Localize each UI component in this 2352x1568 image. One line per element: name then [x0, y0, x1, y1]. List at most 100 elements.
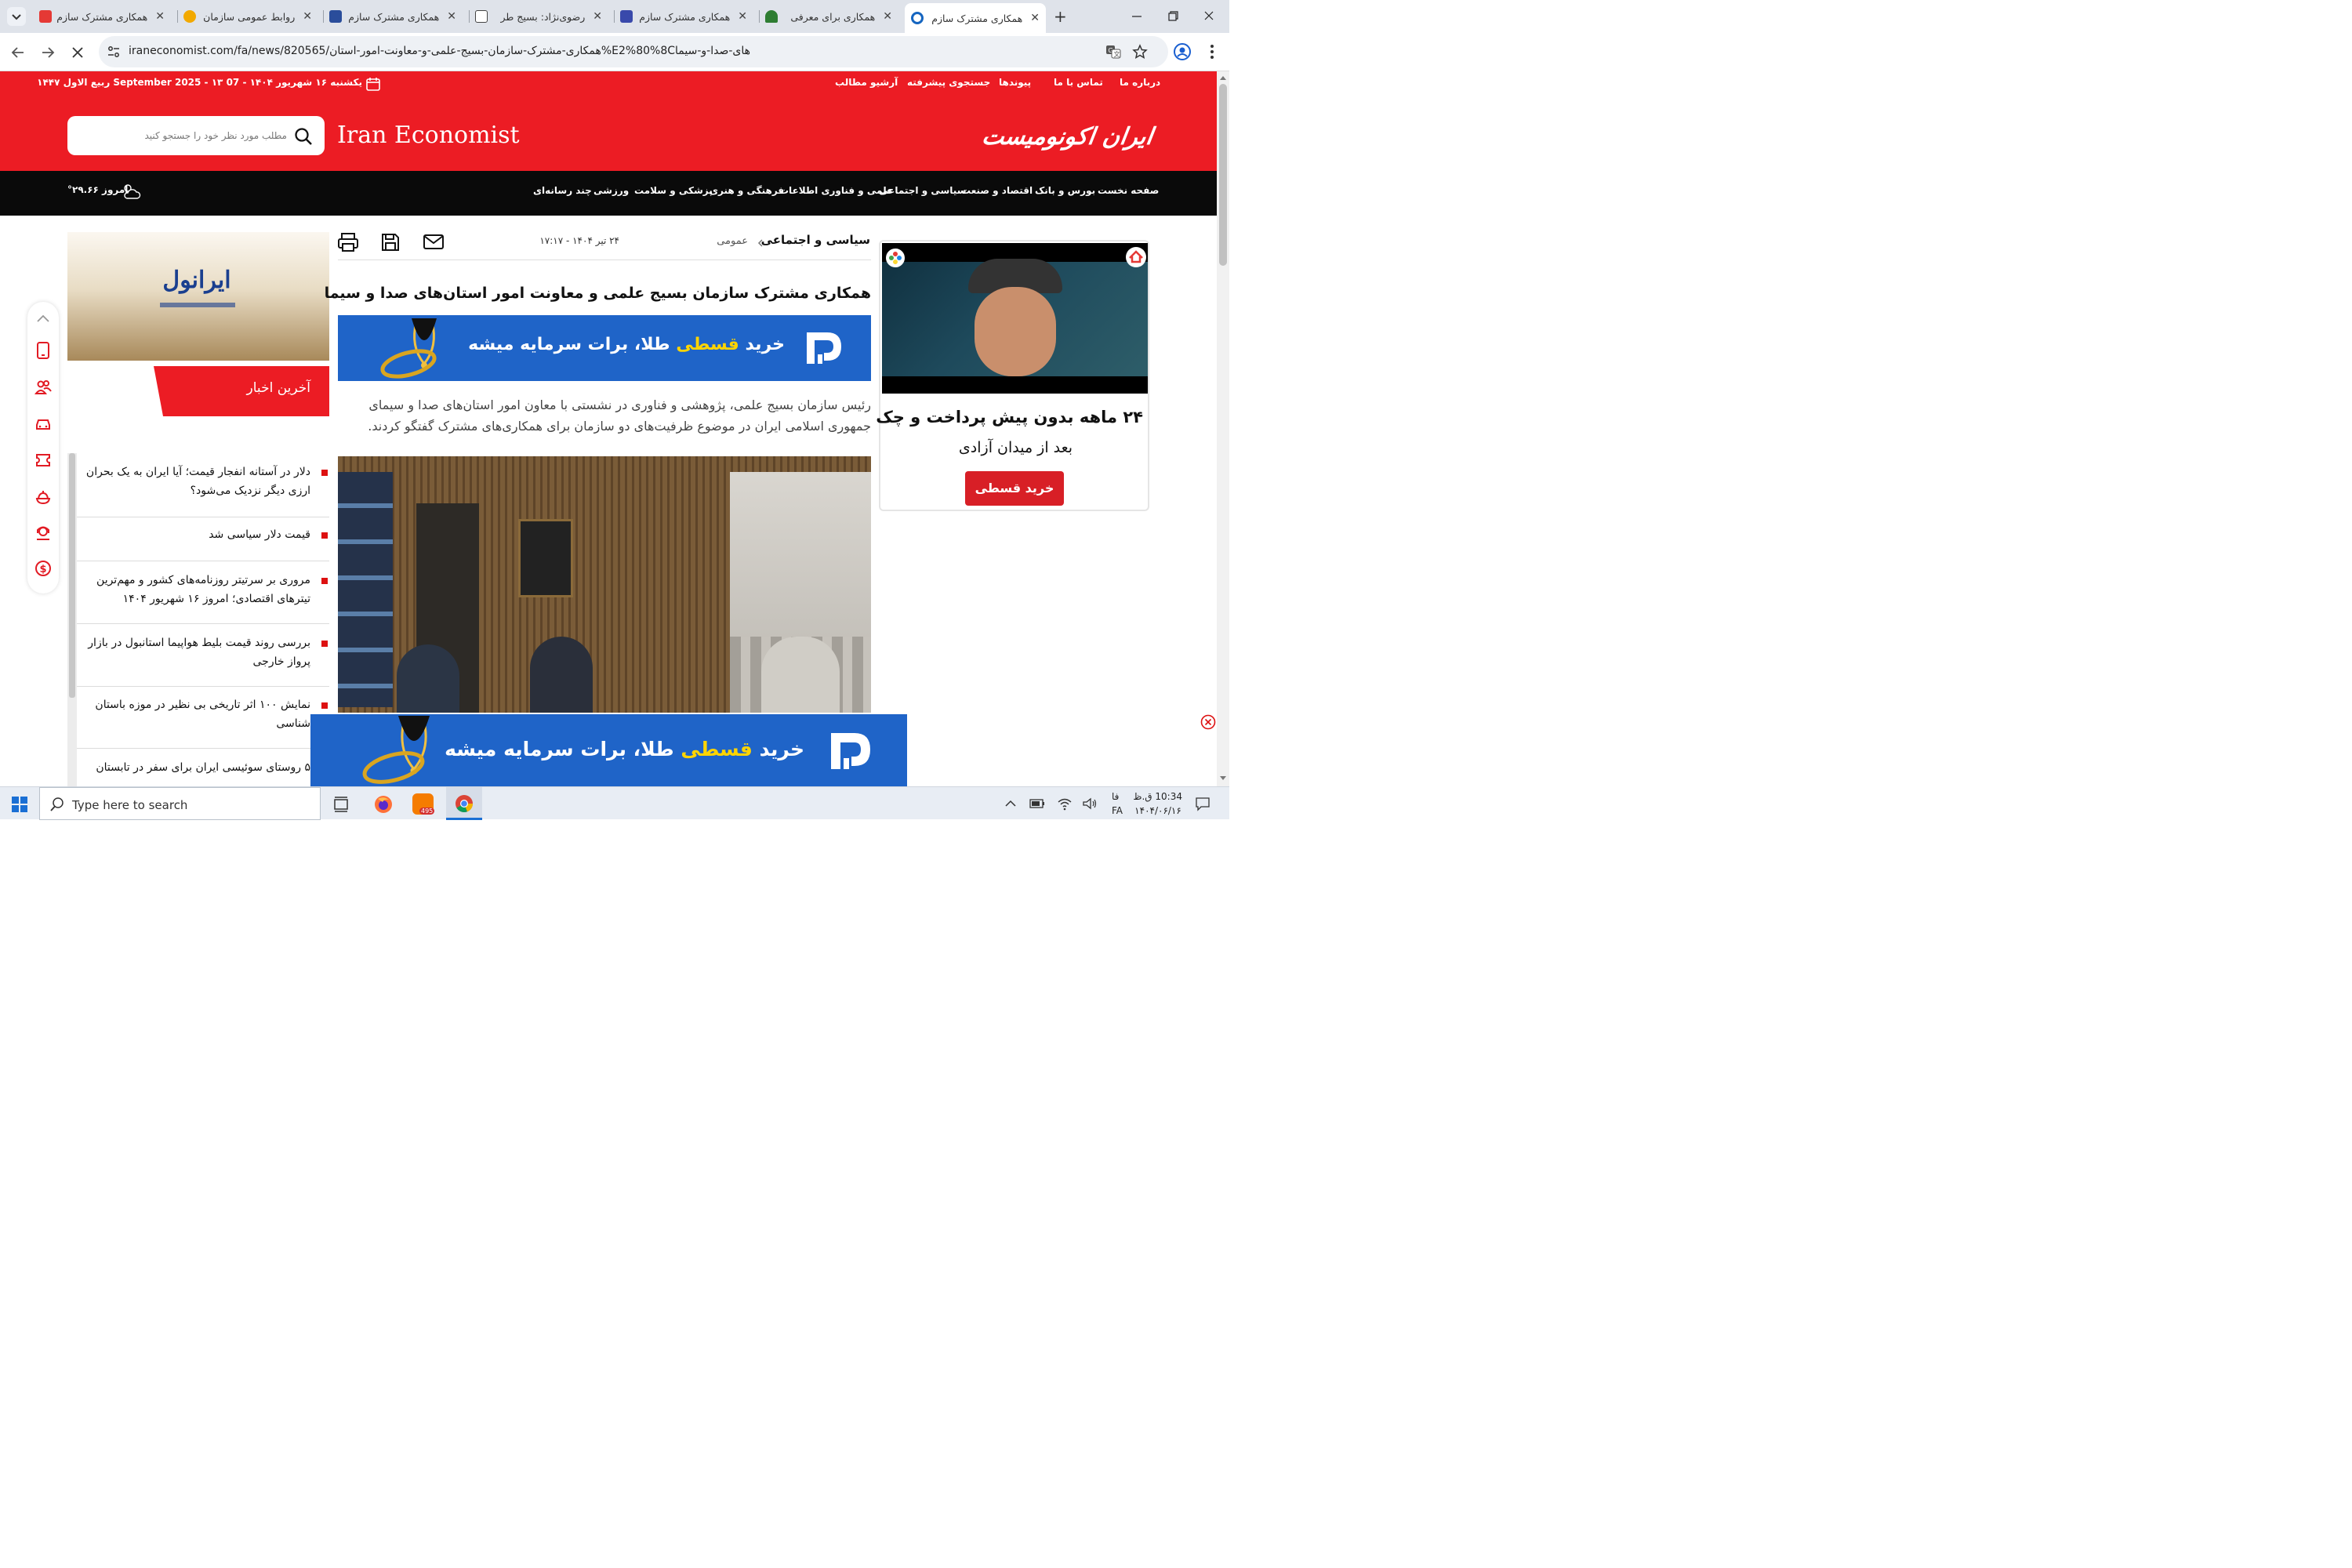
scroll-down-arrow-icon[interactable] — [1219, 775, 1227, 782]
search-icon[interactable] — [293, 126, 314, 147]
windows-start-icon[interactable] — [11, 796, 28, 813]
email-icon[interactable] — [423, 233, 445, 252]
bookmark-star-icon[interactable] — [1132, 44, 1148, 60]
lang-indicator[interactable]: FA — [1112, 805, 1123, 816]
news-scroll-thumb[interactable] — [69, 453, 75, 698]
site-search-box — [67, 116, 325, 155]
sticky-gold-ad[interactable]: خرید قسطی طلا، برات سرمایه میشه — [310, 713, 907, 786]
breadcrumb-category[interactable]: سیاسی و اجتماعی — [753, 233, 870, 247]
news-item[interactable]: دلار در آستانه انفجار قیمت؛ آیا ایران به… — [77, 463, 329, 517]
page-scroll-thumb[interactable] — [1219, 84, 1227, 266]
close-icon[interactable]: ✕ — [444, 10, 456, 23]
browser-menu-button[interactable] — [1204, 42, 1220, 61]
news-scrollbar[interactable] — [67, 453, 77, 786]
translate-icon[interactable]: G文 — [1105, 44, 1121, 60]
gold-ad-banner[interactable]: خرید قسطی طلا، برات سرمایه میشه — [338, 315, 871, 381]
browser-tab[interactable]: ✕ همکاری برای معرفی — [759, 5, 898, 28]
taskbar-search-box[interactable]: Type here to search — [39, 787, 321, 820]
top-link-links[interactable]: پیوندها — [999, 77, 1031, 88]
top-link-advanced-search[interactable]: جستجوی پیشرفته — [907, 77, 990, 88]
support-agent-icon[interactable] — [34, 524, 52, 543]
buy-installment-button[interactable]: خرید قسطی — [965, 471, 1064, 506]
nav-item-health[interactable]: پزشکی و سلامت — [634, 185, 713, 196]
wifi-icon[interactable] — [1057, 797, 1073, 811]
minimize-button[interactable] — [1129, 8, 1145, 24]
clock-time[interactable]: 10:34 ق.ظ — [1133, 791, 1182, 802]
forward-button[interactable] — [39, 44, 56, 61]
logo-english[interactable]: Iran Economist — [337, 122, 520, 149]
top-link-about[interactable]: درباره ما — [1120, 77, 1160, 88]
restore-button[interactable] — [1165, 8, 1181, 24]
tab-search-button[interactable] — [7, 7, 26, 26]
task-view-icon[interactable] — [332, 796, 350, 813]
new-tab-button[interactable]: + — [1054, 7, 1067, 26]
site-info-icon[interactable] — [107, 45, 121, 59]
close-icon[interactable]: ✕ — [590, 10, 602, 23]
close-window-button[interactable] — [1201, 8, 1217, 24]
sticky-ad-text: خرید قسطی طلا، برات سرمایه میشه — [445, 738, 804, 760]
save-icon[interactable] — [380, 232, 401, 252]
nav-item-sports[interactable]: ورزشی — [593, 185, 629, 196]
close-icon[interactable]: ✕ — [152, 10, 165, 23]
browser-tab[interactable]: ✕ همکاری مشترک سازم — [33, 5, 171, 28]
bullet — [321, 578, 328, 584]
brand-logo-icon — [807, 332, 841, 364]
stop-loading-button[interactable] — [69, 44, 86, 61]
breadcrumb-subcategory[interactable]: عمومی — [690, 235, 748, 247]
clock-date[interactable]: ۱۴۰۴/۰۶/۱۶ — [1134, 805, 1182, 816]
home-logo-icon — [1126, 247, 1146, 267]
mobile-phone-icon[interactable] — [34, 341, 52, 360]
nav-item-economy[interactable]: اقتصاد و صنعت — [961, 185, 1033, 196]
browser-tab[interactable]: ✕ همکاری مشترک سازم — [614, 5, 753, 28]
browser-tab[interactable]: ✕ رضوی‌نژاد: بسیج طر — [469, 5, 608, 28]
news-item[interactable]: بررسی روند قیمت بلیط هواپیما استانبول در… — [77, 633, 329, 687]
address-bar[interactable]: iraneconomist.com/fa/news/820565/همکاری-… — [99, 36, 1168, 67]
page-scrollbar[interactable] — [1217, 71, 1229, 786]
search-input[interactable] — [74, 122, 287, 149]
nav-item-home[interactable]: صفحه نخست — [1098, 185, 1159, 196]
app-icon[interactable]: 495 — [412, 793, 435, 815]
scroll-up-arrow-icon[interactable] — [1219, 74, 1227, 81]
nav-item-multimedia[interactable]: چند رسانه‌ای — [533, 185, 592, 196]
back-arrow-icon — [11, 47, 24, 58]
ticket-icon[interactable] — [34, 451, 52, 470]
food-dish-icon[interactable] — [34, 488, 52, 506]
url-text[interactable]: iraneconomist.com/fa/news/820565/همکاری-… — [129, 45, 750, 57]
close-icon[interactable]: ✕ — [1027, 12, 1040, 24]
car-icon[interactable] — [34, 414, 52, 433]
site-logo[interactable]: ایران اکونومیست — [980, 115, 1154, 169]
print-icon[interactable] — [337, 232, 359, 252]
lang-indicator-fa[interactable]: فا — [1112, 791, 1119, 802]
news-item[interactable]: قیمت دلار سیاسی شد — [77, 525, 329, 561]
close-ad-icon[interactable] — [1200, 714, 1216, 730]
iranol-ad[interactable]: ایرانول — [67, 232, 329, 361]
close-icon[interactable]: ✕ — [299, 10, 312, 23]
volume-icon[interactable] — [1082, 797, 1098, 811]
users-icon[interactable] — [34, 378, 52, 397]
installment-ad[interactable]: ۲۴ ماهه بدون پیش پرداخت و چک بعد از میدا… — [876, 240, 1149, 511]
chevron-up-icon[interactable] — [35, 311, 51, 327]
news-item[interactable]: نمایش ۱۰۰ اثر تاریخی بی نظیر در موزه باس… — [77, 695, 329, 749]
firefox-icon[interactable] — [373, 794, 394, 815]
browser-tab-active[interactable]: ✕ همکاری مشترک سازم — [905, 3, 1046, 33]
dollar-coin-icon[interactable]: $ — [34, 559, 52, 578]
taskbar-chrome-active[interactable] — [446, 787, 482, 820]
site-header: یکشنبه ۱۶ شهریور ۱۴۰۴ - 07 September 202… — [0, 71, 1217, 171]
nav-item-culture[interactable]: فرهنگی و هنری — [710, 185, 784, 196]
nav-item-politics[interactable]: سیاسی و اجتماعی — [879, 185, 967, 196]
notification-center-icon[interactable] — [1195, 796, 1210, 811]
profile-button[interactable] — [1173, 42, 1192, 61]
browser-tab[interactable]: ✕ همکاری مشترک سازم — [323, 5, 463, 28]
nav-item-bourse[interactable]: بورس و بانک — [1035, 185, 1095, 196]
news-item[interactable]: مروری بر سرتیتر روزنامه‌های کشور و مهم‌ت… — [77, 571, 329, 624]
top-link-contact[interactable]: تماس با ما — [1054, 77, 1103, 88]
battery-icon[interactable] — [1029, 798, 1045, 809]
ad-headline-1: ۲۴ ماهه بدون پیش پرداخت و چک — [876, 408, 1143, 426]
top-link-archive[interactable]: آرشیو مطالب — [835, 77, 898, 88]
close-icon[interactable]: ✕ — [735, 10, 747, 23]
nav-item-science[interactable]: علمی و فناوری اطلاعات — [779, 185, 893, 196]
chevron-up-icon[interactable] — [1004, 798, 1017, 809]
browser-tab[interactable]: ✕ روابط عمومی سازمان — [177, 5, 318, 28]
close-icon[interactable]: ✕ — [880, 10, 892, 23]
back-button[interactable] — [9, 44, 27, 61]
